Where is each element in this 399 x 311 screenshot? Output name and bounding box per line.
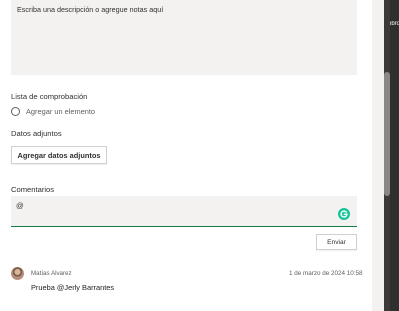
comment-input[interactable]: @ [11,196,357,227]
comment-input-value: @ [16,201,24,210]
radio-circle-icon[interactable] [11,106,20,116]
scrollbar-thumb[interactable] [384,72,390,196]
send-comment-button[interactable]: Enviar [316,234,357,250]
attachments-title: Datos adjuntos [11,129,62,138]
add-checklist-item[interactable]: Agregar un elemento [11,105,95,117]
description-placeholder: Escriba una descripción o agregue notas … [17,5,164,14]
user-avatar [11,267,24,280]
comment-text: Prueba @Jerly Barrantes [31,283,115,292]
add-checklist-item-label: Agregar un elemento [26,106,96,116]
comments-title: Comentarios [11,185,55,194]
grammarly-icon[interactable] [338,208,350,220]
description-field[interactable]: Escriba una descripción o agregue notas … [11,0,357,75]
comment-timestamp: 1 de marzo de 2024 10:58 [289,270,363,277]
comment-author: Matías Alvarez [31,270,72,277]
checklist-title: Lista de comprobación [11,92,88,101]
task-details-panel: Escriba una descripción o agregue notas … [0,0,372,311]
background-window-text: ibro [390,21,399,27]
add-attachment-button[interactable]: Agregar datos adjuntos [11,146,107,164]
